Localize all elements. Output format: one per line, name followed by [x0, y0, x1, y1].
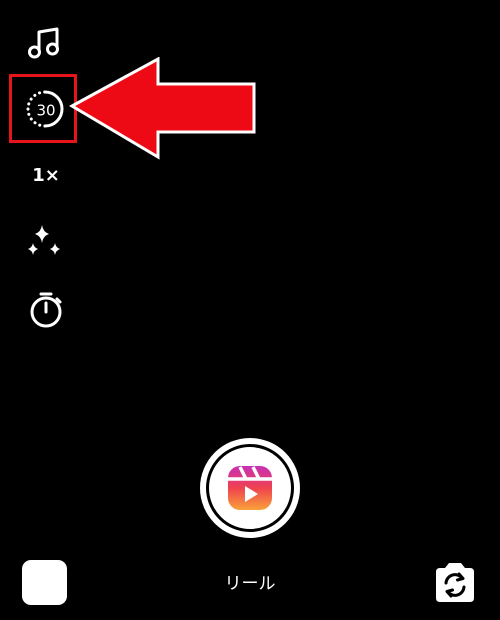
arrow-annotation [68, 57, 256, 160]
effects-button[interactable] [23, 223, 67, 263]
speed-button[interactable]: 1× [26, 160, 66, 190]
sparkles-icon [28, 225, 60, 255]
flip-camera-button[interactable] [432, 561, 478, 605]
capture-button[interactable] [200, 438, 300, 538]
reels-icon [228, 466, 272, 510]
flip-camera-icon [436, 563, 474, 602]
music-note-icon [28, 27, 59, 59]
timer-button[interactable] [25, 290, 67, 330]
mode-label[interactable]: リール [200, 569, 300, 594]
timer-icon [30, 292, 62, 328]
speed-label: 1× [32, 164, 60, 186]
gallery-thumbnail[interactable] [22, 560, 67, 605]
music-button[interactable] [23, 22, 65, 64]
capture-ring [206, 444, 294, 532]
